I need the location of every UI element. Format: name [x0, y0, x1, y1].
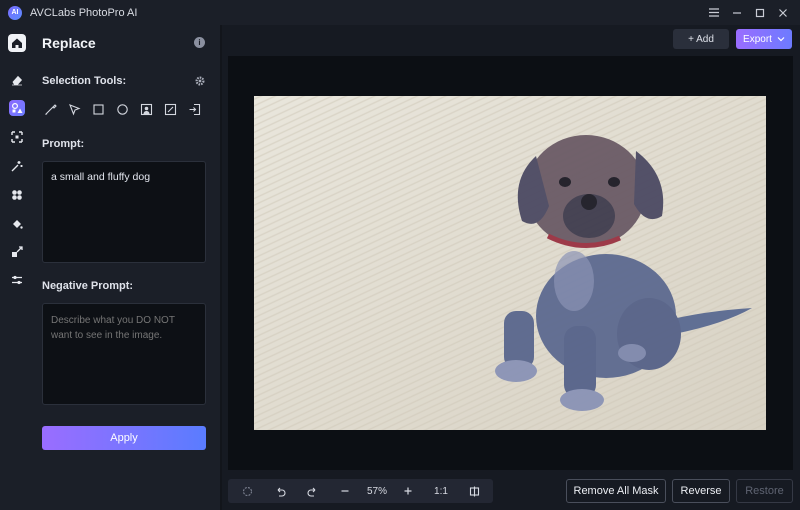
import-mask-icon[interactable] — [186, 101, 202, 117]
info-icon[interactable]: i — [194, 37, 205, 48]
ellipse-select-icon[interactable] — [114, 101, 130, 117]
panel-divider — [220, 25, 222, 510]
zoom-toolbar: 57% 1:1 — [228, 479, 493, 503]
image-canvas[interactable] — [228, 56, 793, 470]
gear-icon[interactable] — [194, 74, 206, 92]
remove-all-mask-button[interactable]: Remove All Mask — [566, 479, 666, 503]
chevron-down-icon — [777, 37, 785, 42]
replace-panel: Replace i Selection Tools: Prompt: a sma… — [34, 25, 220, 510]
enhance-icon[interactable] — [9, 158, 25, 174]
zoom-in-icon[interactable] — [399, 479, 417, 503]
adjust-icon[interactable] — [9, 272, 25, 288]
undo-icon[interactable] — [271, 479, 289, 503]
prompt-label: Prompt: — [42, 138, 85, 150]
replace-icon[interactable] — [9, 100, 25, 116]
lasso-pointer-icon[interactable] — [66, 101, 82, 117]
minimize-icon[interactable] — [726, 2, 748, 24]
maximize-icon[interactable] — [749, 2, 771, 24]
photo-dog-image — [254, 96, 766, 430]
compare-icon[interactable] — [465, 479, 483, 503]
export-button[interactable]: Export — [736, 29, 792, 49]
add-button[interactable]: + Add — [673, 29, 729, 49]
selection-tools — [42, 101, 210, 117]
redo-icon[interactable] — [303, 479, 321, 503]
expand-icon[interactable] — [9, 129, 25, 145]
portrait-select-icon[interactable] — [138, 101, 154, 117]
fan-icon[interactable] — [9, 187, 25, 203]
menu-icon[interactable] — [703, 2, 725, 24]
zoom-out-icon[interactable] — [336, 479, 354, 503]
prompt-input[interactable]: a small and fluffy dog — [42, 161, 206, 263]
panel-title: Replace — [42, 35, 96, 51]
apply-button[interactable]: Apply — [42, 426, 206, 450]
eraser-icon[interactable] — [9, 72, 25, 88]
brush-icon[interactable] — [42, 101, 58, 117]
reverse-button[interactable]: Reverse — [672, 479, 730, 503]
restore-button[interactable]: Restore — [736, 479, 793, 503]
fill-bucket-icon[interactable] — [9, 216, 25, 232]
ratio-button[interactable]: 1:1 — [431, 479, 451, 503]
resize-icon[interactable] — [9, 244, 25, 260]
export-button-label: Export — [743, 33, 772, 45]
close-icon[interactable] — [772, 2, 794, 24]
logo-text: AI — [11, 9, 19, 16]
window-controls — [702, 0, 794, 25]
rectangle-select-icon[interactable] — [90, 101, 106, 117]
negative-prompt-input[interactable] — [42, 303, 206, 405]
zoom-value: 57% — [366, 485, 387, 497]
selection-tools-label: Selection Tools: — [42, 75, 127, 87]
tool-rail — [0, 25, 34, 510]
home-icon[interactable] — [8, 34, 26, 52]
app-logo-icon: AI — [8, 5, 22, 20]
app-title: AVCLabs PhotoPro AI — [30, 6, 138, 19]
title-bar: AI AVCLabs PhotoPro AI — [0, 0, 800, 25]
negative-prompt-label: Negative Prompt: — [42, 280, 134, 292]
reset-selection-icon[interactable] — [238, 479, 256, 503]
add-button-label: + Add — [688, 33, 714, 45]
object-select-icon[interactable] — [162, 101, 178, 117]
